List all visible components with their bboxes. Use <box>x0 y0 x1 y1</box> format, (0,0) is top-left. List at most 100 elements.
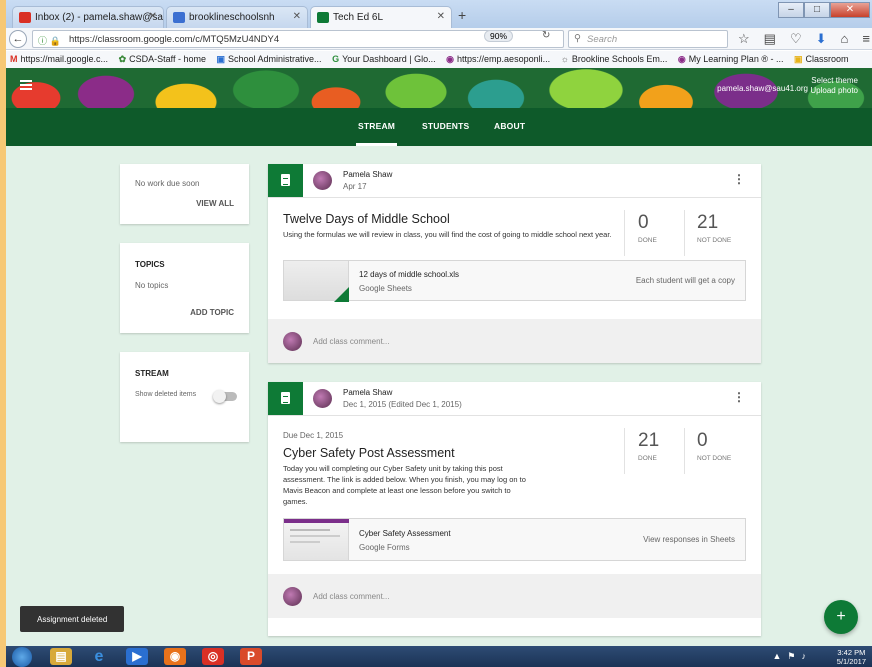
attachment-note: Each student will get a copy <box>635 276 735 285</box>
not-done-label: NOT DONE <box>697 455 732 462</box>
sheets-corner-icon <box>334 287 349 302</box>
avatar <box>283 332 302 351</box>
assignment-icon <box>268 382 303 415</box>
topics-empty: No topics <box>135 281 169 290</box>
topics-header: TOPICS <box>135 260 165 269</box>
attachment-note: View responses in Sheets <box>643 535 735 544</box>
bookmark-star-icon[interactable]: ☆ <box>738 31 764 46</box>
attachment[interactable]: Cyber Safety Assessment Google Forms Vie… <box>283 518 746 561</box>
stat-divider <box>624 428 625 474</box>
post-author: Pamela Shaw <box>343 170 393 179</box>
minimize-button[interactable]: – <box>778 2 804 18</box>
comment-placeholder: Add class comment... <box>313 592 390 601</box>
close-tab-icon[interactable]: ✕ <box>437 11 445 22</box>
clock[interactable]: 3:42 PM 5/1/2017 <box>837 648 866 666</box>
tab-students[interactable]: STUDENTS <box>422 121 469 131</box>
post-title[interactable]: Cyber Safety Post Assessment <box>283 446 455 460</box>
maximize-button[interactable]: □ <box>804 2 830 18</box>
tab-brooklineschools[interactable]: brooklineschoolsnh ✕ <box>166 6 308 28</box>
not-done-count[interactable]: 0 <box>697 430 708 452</box>
stream-header: STREAM <box>135 369 169 378</box>
bookmark-school-admin[interactable]: ▣ School Administrative... <box>217 54 322 65</box>
system-tray: ▲⚑♪ <box>773 651 813 662</box>
back-button[interactable]: ← <box>9 30 27 48</box>
more-options-icon[interactable]: ⋮ <box>733 390 745 404</box>
upload-photo-link[interactable]: Upload photo <box>810 86 858 96</box>
avatar <box>313 389 332 408</box>
bookmark-classroom[interactable]: ▣ Classroom <box>794 54 849 65</box>
close-tab-icon[interactable]: ✕ <box>293 11 301 22</box>
windows-taskbar: ▤ e ▶ ◉ ◎ P ▲⚑♪ 3:42 PM 5/1/2017 <box>6 646 872 667</box>
comment-placeholder: Add class comment... <box>313 337 390 346</box>
menu-icon[interactable]: ≡ <box>862 31 872 46</box>
divider <box>268 415 761 416</box>
stream-settings-card: STREAM Show deleted items <box>120 352 249 442</box>
tab-stream[interactable]: STREAM <box>355 121 398 146</box>
tab-inbox[interactable]: Inbox (2) - pamela.shaw@sa ✕ <box>12 6 164 28</box>
user-email: pamela.shaw@sau41.org <box>717 84 808 93</box>
powerpoint-icon[interactable]: P <box>240 648 262 665</box>
clock-date: 5/1/2017 <box>836 657 866 666</box>
home-icon[interactable]: ⌂ <box>841 31 863 46</box>
reload-icon[interactable]: ↻ <box>542 30 550 41</box>
not-done-count[interactable]: 21 <box>697 212 718 234</box>
theme-links: Select theme Upload photo <box>810 76 858 96</box>
bookmark-gmail[interactable]: Mhttps://mail.google.c... <box>10 54 108 64</box>
forms-thumbnail <box>284 519 349 560</box>
close-tab-icon[interactable]: ✕ <box>149 11 157 22</box>
stat-divider <box>624 210 625 256</box>
main-menu-icon[interactable] <box>20 80 32 90</box>
tab-about[interactable]: ABOUT <box>494 121 525 131</box>
post-title[interactable]: Twelve Days of Middle School <box>283 212 450 226</box>
search-icon: ⚲ <box>574 33 581 44</box>
attachment[interactable]: 12 days of middle school.xls Google Shee… <box>283 260 746 302</box>
bookmark-learning-plan[interactable]: ◉ My Learning Plan ® - ... <box>678 54 784 65</box>
notification-icon[interactable]: ▲ <box>773 651 788 661</box>
title-bar: Inbox (2) - pamela.shaw@sa ✕ brooklinesc… <box>6 0 872 28</box>
search-placeholder: Search <box>587 34 618 45</box>
more-options-icon[interactable]: ⋮ <box>733 172 745 186</box>
file-explorer-icon[interactable]: ▤ <box>50 648 72 665</box>
done-count[interactable]: 21 <box>638 430 659 452</box>
comment-bar[interactable]: Add class comment... <box>268 574 761 618</box>
zoom-indicator[interactable]: 90% <box>484 30 514 42</box>
done-label: DONE <box>638 237 657 244</box>
url-text: https://classroom.google.com/c/MTQ5MzU4N… <box>69 34 280 45</box>
class-nav: STREAM STUDENTS ABOUT <box>6 108 872 146</box>
post-description: Using the formulas we will review in cla… <box>283 230 612 239</box>
bookmark-csda[interactable]: ✿ CSDA-Staff - home <box>119 54 206 65</box>
tab-tech-ed[interactable]: Tech Ed 6L ✕ <box>310 6 452 28</box>
tab-label: Tech Ed 6L <box>333 12 384 23</box>
upcoming-text: No work due soon <box>135 179 200 188</box>
volume-icon[interactable]: ♪ <box>802 651 813 661</box>
done-count[interactable]: 0 <box>638 212 649 234</box>
view-all-link[interactable]: VIEW ALL <box>196 199 234 208</box>
show-deleted-toggle[interactable] <box>213 390 237 403</box>
done-label: DONE <box>638 455 657 462</box>
sheets-thumbnail <box>284 261 349 302</box>
bookmark-dashboard[interactable]: G Your Dashboard | Glo... <box>332 54 436 64</box>
attachment-title: 12 days of middle school.xls <box>359 270 460 279</box>
reading-list-icon[interactable]: ▤ <box>764 31 790 46</box>
select-theme-link[interactable]: Select theme <box>810 76 858 86</box>
bookmark-aesop[interactable]: ◉ https://emp.aesoponli... <box>446 54 550 65</box>
create-button[interactable]: + <box>824 600 858 634</box>
stat-divider <box>684 210 685 256</box>
internet-explorer-icon[interactable]: e <box>88 648 110 665</box>
pocket-icon[interactable]: ♡ <box>790 31 816 46</box>
bookmark-brookline-schools[interactable]: ☼ Brookline Schools Em... <box>561 54 668 64</box>
post-date: Apr 17 <box>343 182 367 191</box>
chrome-icon[interactable]: ◎ <box>202 648 224 665</box>
tab-label: brooklineschoolsnh <box>189 12 275 23</box>
start-button[interactable] <box>12 647 32 667</box>
new-tab-button[interactable]: + <box>458 7 466 23</box>
close-window-button[interactable]: ✕ <box>830 2 870 18</box>
search-input[interactable]: ⚲ Search <box>568 30 728 48</box>
firefox-icon[interactable]: ◉ <box>164 648 186 665</box>
add-topic-link[interactable]: ADD TOPIC <box>190 308 234 317</box>
media-player-icon[interactable]: ▶ <box>126 648 148 665</box>
tab-label: Inbox (2) - pamela.shaw@sa <box>35 12 163 23</box>
comment-bar[interactable]: Add class comment... <box>268 319 761 363</box>
flag-icon[interactable]: ⚑ <box>787 651 801 661</box>
download-icon[interactable]: ⬇ <box>816 31 841 46</box>
